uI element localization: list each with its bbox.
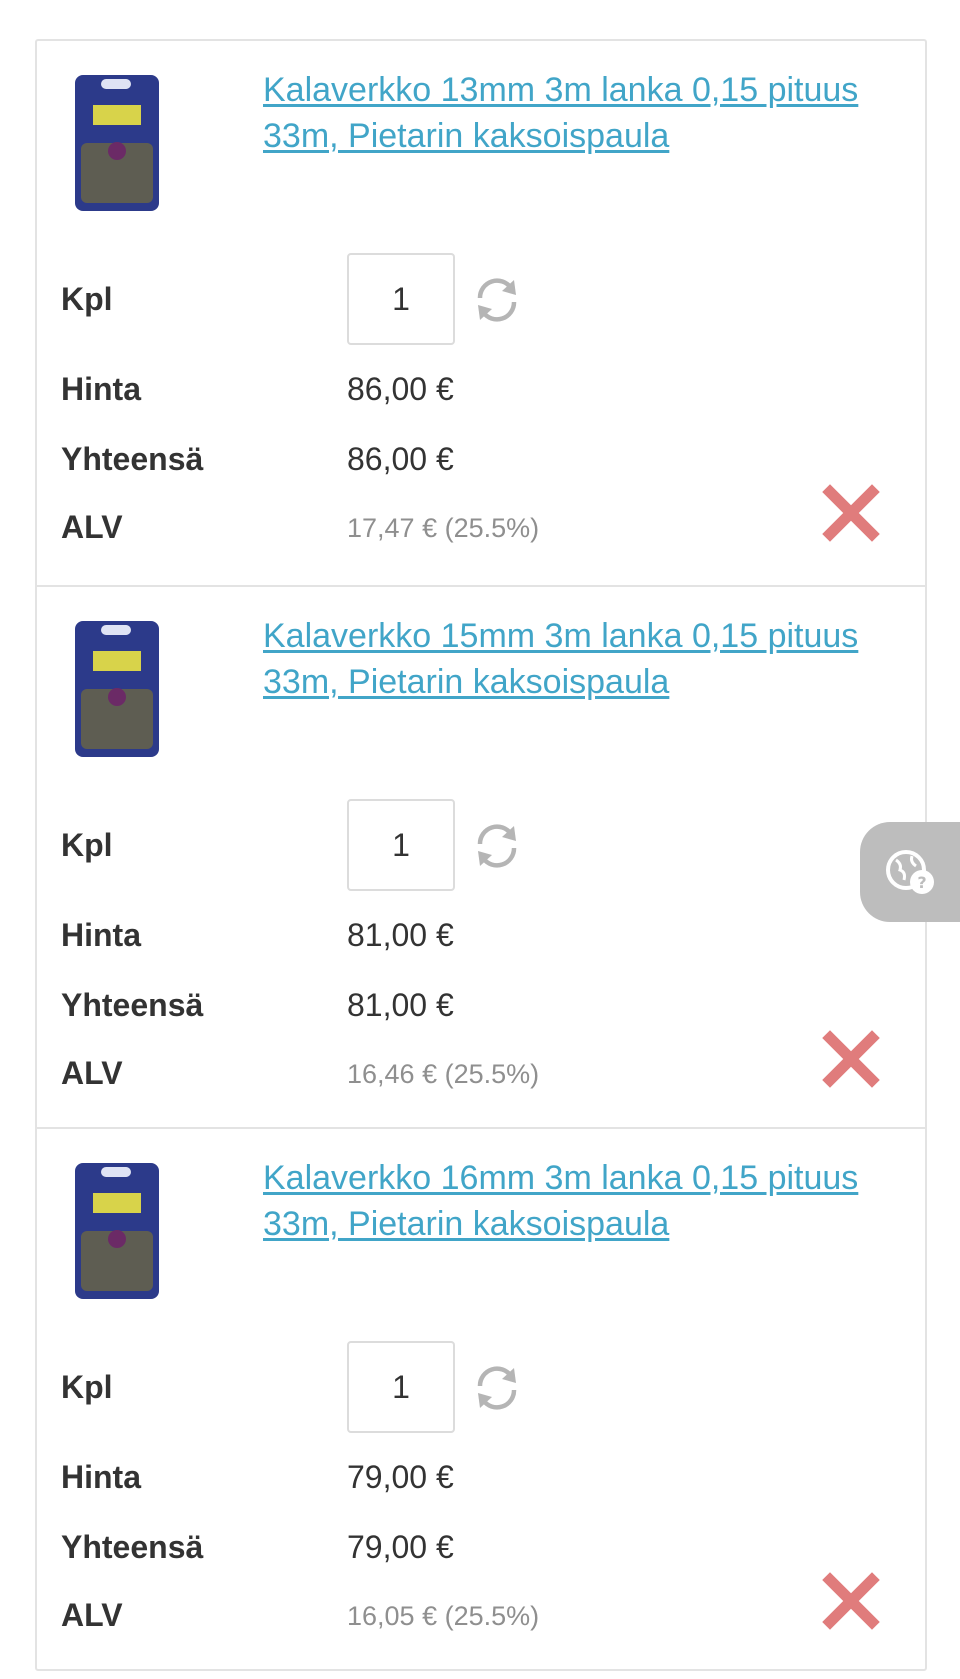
cart-list: Kalaverkko 13mm 3m lanka 0,15 pituus 33m… [35, 39, 927, 1671]
product-title-link[interactable]: Kalaverkko 13mm 3m lanka 0,15 pituus 33m… [263, 67, 903, 159]
cart-item: Kalaverkko 16mm 3m lanka 0,15 pituus 33m… [37, 1127, 925, 1669]
remove-x-icon[interactable] [822, 1572, 880, 1630]
total-value: 86,00 € [347, 441, 454, 477]
cart-item: Kalaverkko 13mm 3m lanka 0,15 pituus 33m… [37, 41, 925, 585]
help-tab[interactable]: ? [860, 822, 960, 922]
price-value: 79,00 € [347, 1459, 454, 1495]
refresh-icon[interactable] [471, 274, 523, 326]
vat-value: 17,47 € (25.5%) [347, 513, 540, 543]
vat-value: 16,46 € (25.5%) [347, 1059, 540, 1089]
product-title-link[interactable]: Kalaverkko 16mm 3m lanka 0,15 pituus 33m… [263, 1155, 903, 1247]
quantity-label: Kpl [61, 827, 113, 863]
product-image[interactable] [71, 615, 163, 765]
quantity-input[interactable] [347, 1341, 455, 1433]
cart-item: Kalaverkko 15mm 3m lanka 0,15 pituus 33m… [37, 585, 925, 1127]
price-label: Hinta [61, 917, 141, 953]
svg-text:?: ? [917, 873, 926, 892]
vat-label: ALV [61, 509, 123, 545]
refresh-icon[interactable] [471, 1362, 523, 1414]
remove-x-icon[interactable] [822, 484, 880, 542]
refresh-icon[interactable] [471, 820, 523, 872]
quantity-label: Kpl [61, 1369, 113, 1405]
product-title-link[interactable]: Kalaverkko 15mm 3m lanka 0,15 pituus 33m… [263, 613, 903, 705]
price-value: 86,00 € [347, 371, 454, 407]
vat-value: 16,05 € (25.5%) [347, 1601, 540, 1631]
total-label: Yhteensä [61, 987, 204, 1023]
price-value: 81,00 € [347, 917, 454, 953]
quantity-input[interactable] [347, 799, 455, 891]
price-label: Hinta [61, 1459, 141, 1495]
price-label: Hinta [61, 371, 141, 407]
vat-label: ALV [61, 1597, 123, 1633]
vat-label: ALV [61, 1055, 123, 1091]
product-image[interactable] [71, 1157, 163, 1307]
remove-x-icon[interactable] [822, 1030, 880, 1088]
globe-question-icon: ? [886, 850, 934, 894]
quantity-label: Kpl [61, 281, 113, 317]
total-label: Yhteensä [61, 1529, 204, 1565]
total-value: 79,00 € [347, 1529, 454, 1565]
quantity-input[interactable] [347, 253, 455, 345]
total-label: Yhteensä [61, 441, 204, 477]
product-image[interactable] [71, 69, 163, 219]
total-value: 81,00 € [347, 987, 454, 1023]
